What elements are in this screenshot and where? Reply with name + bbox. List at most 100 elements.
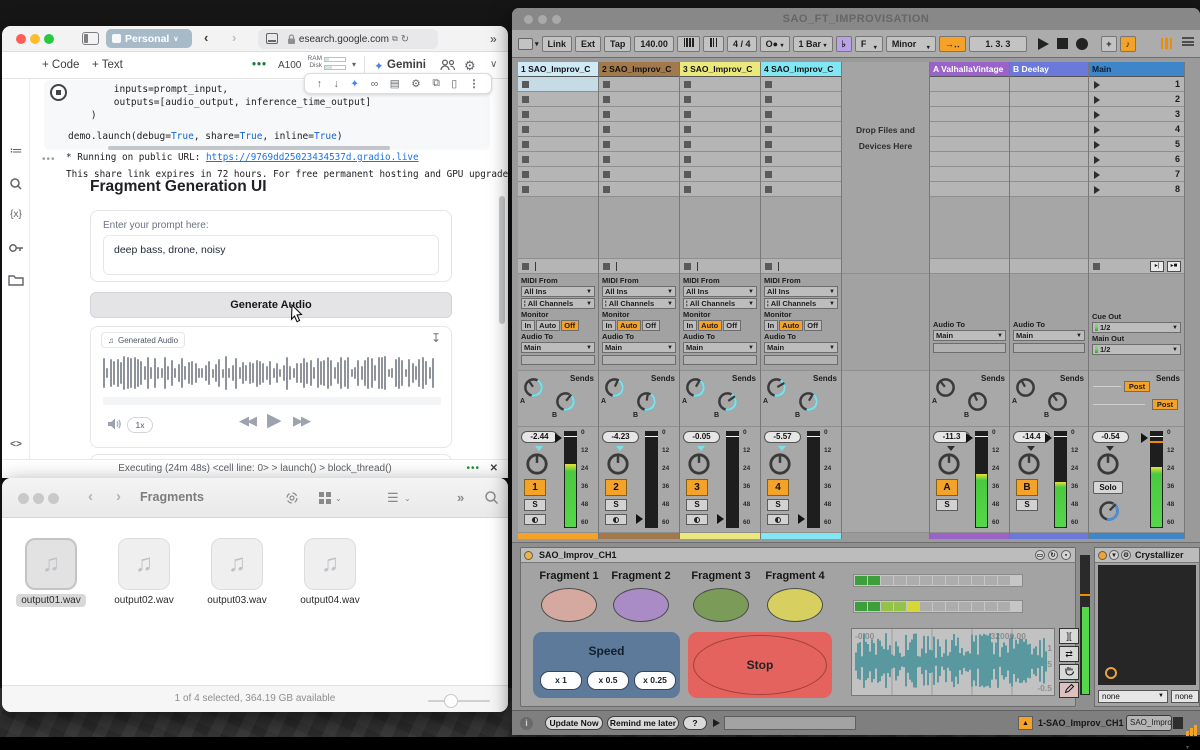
empty-clip-area[interactable] [680, 197, 760, 259]
tap-tempo-button[interactable]: Tap [604, 36, 631, 52]
send-b-knob[interactable]: B [716, 390, 739, 418]
send-a-knob[interactable]: A [684, 376, 707, 404]
solo-button[interactable]: S [686, 499, 708, 511]
expand-icon[interactable] [713, 719, 720, 727]
secrets-key-icon[interactable] [2, 241, 30, 255]
play-icon[interactable]: ▶ [267, 409, 280, 432]
empty-clip-area[interactable] [930, 197, 1009, 259]
scene-slot[interactable]: 6 [1089, 152, 1184, 167]
scene-slot[interactable]: 5 [1089, 137, 1184, 152]
monitor-auto-button[interactable]: Auto [617, 320, 641, 331]
send-a-knob[interactable]: A [522, 376, 545, 404]
track-delay-field[interactable] [683, 355, 757, 365]
knob[interactable] [966, 390, 989, 413]
return-slot[interactable] [1010, 137, 1088, 152]
file-item[interactable]: ♫ output04.wav [295, 538, 365, 608]
volume-value[interactable]: -0.05 [683, 431, 720, 443]
volume-value[interactable]: -2.44 [521, 431, 558, 443]
knob[interactable] [1014, 376, 1037, 399]
midi-channel-select[interactable]: ¦All Channels▼ [683, 298, 757, 309]
cell-running-indicator[interactable] [50, 84, 67, 101]
move-up-icon[interactable]: ↑ [317, 78, 322, 90]
pan-knob[interactable] [767, 451, 793, 482]
clip-stop-icon[interactable] [765, 156, 772, 163]
cell-horizontal-scrollbar[interactable] [108, 146, 390, 150]
file-name[interactable]: output01.wav [16, 594, 86, 607]
back-to-arrangement-icon[interactable]: ▸| [1150, 261, 1164, 272]
edit-wrench-icon[interactable]: ⚙ [1121, 550, 1131, 560]
status-menu-icon[interactable]: ••• [466, 460, 480, 478]
clip-slot[interactable] [518, 137, 598, 152]
solo-button[interactable]: S [936, 499, 958, 511]
track-header[interactable]: Main [1089, 62, 1184, 77]
device-on-led[interactable] [1098, 551, 1107, 560]
main-out-select[interactable]: 1/2▼ [1092, 344, 1181, 355]
return-slot[interactable] [930, 182, 1009, 197]
audio-to-select[interactable]: Main▼ [602, 342, 676, 353]
output-options-icon[interactable]: ••• [42, 154, 56, 165]
scene-launch-icon[interactable] [1094, 141, 1100, 149]
clip-stop-icon[interactable] [522, 141, 529, 148]
clip-slot[interactable] [518, 167, 598, 182]
clip-stop-icon[interactable] [603, 186, 610, 193]
clip-stop-icon[interactable] [522, 96, 529, 103]
search-icon[interactable] [484, 490, 499, 505]
dismiss-icon[interactable]: ✕ [490, 460, 498, 478]
clip-slot[interactable] [761, 122, 841, 137]
address-bar[interactable]: esearch.google.com ⧉ ↻ [258, 29, 438, 49]
audio-to-select[interactable]: Main▼ [521, 342, 595, 353]
clip-slot[interactable] [599, 167, 679, 182]
clip-slot[interactable] [761, 167, 841, 182]
prompt-input[interactable]: deep bass, drone, noisy [103, 235, 439, 275]
return-slot[interactable] [1010, 152, 1088, 167]
scene-launch-icon[interactable] [1094, 81, 1100, 89]
send-b-knob[interactable]: B [1046, 390, 1069, 418]
monitor-in-button[interactable]: In [683, 320, 697, 331]
return-slot[interactable] [930, 122, 1009, 137]
minimize-button[interactable] [33, 493, 44, 504]
icon-size-slider[interactable] [428, 700, 490, 703]
resources-dropdown-icon[interactable]: ▾ [352, 60, 356, 69]
clip-slot[interactable] [761, 152, 841, 167]
audio-file-icon[interactable]: ♫ [25, 538, 77, 590]
delete-cell-icon[interactable]: ▯ [451, 78, 457, 90]
knob[interactable] [1016, 451, 1042, 477]
update-now-button[interactable]: Update Now [545, 716, 603, 730]
code-line[interactable]: ) [68, 110, 97, 121]
track-header[interactable]: 3 SAO_Improv_C [680, 62, 760, 77]
collapse-icon[interactable]: ▾ [1109, 550, 1119, 560]
back-button[interactable]: ‹ [88, 488, 93, 505]
add-text-button[interactable]: + Text [92, 59, 123, 71]
stop-clips-row[interactable] [518, 259, 598, 274]
scene-launch-icon[interactable] [1094, 171, 1100, 179]
volume-value[interactable]: -11.3 [933, 431, 970, 443]
clip-stop-icon[interactable] [765, 81, 772, 88]
monitor-in-button[interactable]: In [602, 320, 616, 331]
speed-option-button[interactable]: x 1 [540, 671, 582, 690]
file-item[interactable]: ♫ output02.wav [109, 538, 179, 608]
monitor-auto-button[interactable]: Auto [698, 320, 722, 331]
clip-slot[interactable] [599, 182, 679, 197]
clip-slot[interactable] [761, 182, 841, 197]
code-line[interactable]: outputs=[audio_output, inference_time_ou… [68, 97, 371, 108]
download-icon[interactable]: ↧ [431, 331, 441, 345]
info-icon[interactable]: i [520, 717, 533, 730]
file-name[interactable]: output02.wav [109, 594, 179, 607]
audio-file-icon[interactable]: ♫ [211, 538, 263, 590]
clip-slot[interactable] [761, 137, 841, 152]
zoom-button[interactable] [44, 34, 54, 44]
global-quantize-field[interactable]: 1 Bar ▾ [793, 36, 833, 52]
track-activator[interactable]: B [1016, 479, 1038, 496]
move-down-icon[interactable]: ↓ [333, 78, 338, 90]
scale-name-field[interactable]: Minor ▾ [886, 36, 936, 52]
clip-stop-icon[interactable] [603, 141, 610, 148]
gemini-button[interactable]: Gemini [387, 59, 426, 71]
clip-slot[interactable] [680, 182, 760, 197]
knob[interactable] [1095, 451, 1121, 477]
empty-clip-area[interactable] [599, 197, 679, 259]
clip-slot[interactable] [680, 122, 760, 137]
clip-slot[interactable] [518, 77, 598, 92]
return-slot[interactable] [930, 137, 1009, 152]
pan-knob[interactable] [686, 451, 712, 482]
track-header[interactable]: 1 SAO_Improv_C [518, 62, 598, 77]
